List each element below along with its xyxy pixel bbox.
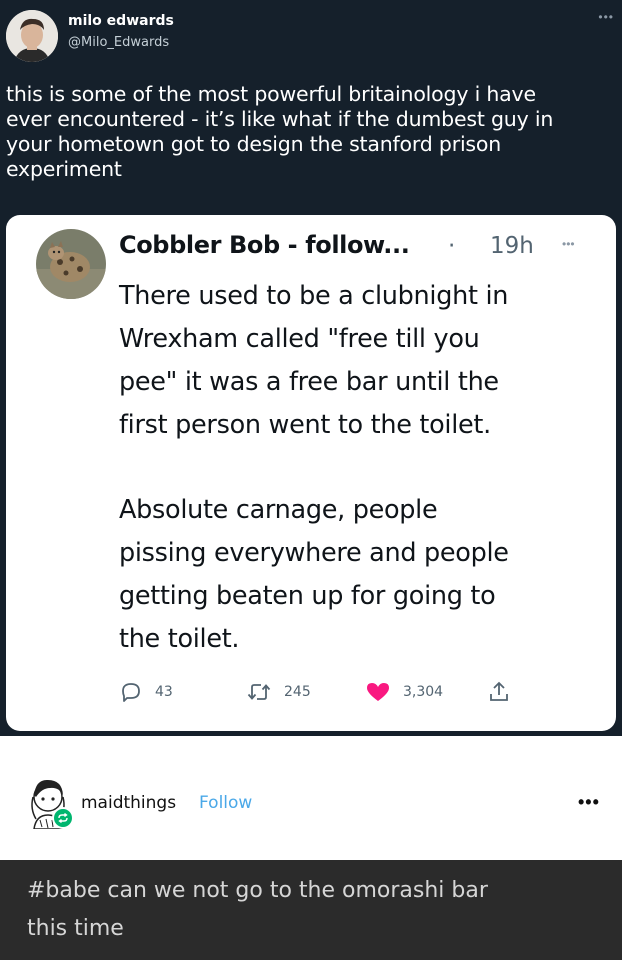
quoted-tweet-text: There used to be a clubnight in Wrexham … (119, 275, 609, 661)
like-count: 3,304 (403, 684, 444, 700)
tweet-text-line: ever encountered - it’s like what if the… (6, 107, 554, 131)
quoted-text-line: getting beaten up for going to (119, 581, 496, 611)
share-icon (490, 681, 508, 701)
author-name[interactable]: milo edwards (68, 13, 174, 29)
tweet-actions: 43 245 3,304 (119, 677, 599, 707)
tweet-text-line: your hometown got to design the stanford… (6, 132, 502, 156)
reblog-text-line: this time (27, 916, 124, 941)
quoted-ellipsis-icon[interactable]: ••• (562, 237, 575, 251)
reblog-text: #babe can we not go to the omorashi bar … (27, 872, 597, 948)
author-avatar[interactable] (6, 10, 58, 62)
tweet-card: milo edwards @Milo_Edwards ••• this is s… (0, 0, 622, 736)
retweet-count: 245 (284, 684, 311, 700)
quoted-text-line: pee" it was a free bar until the (119, 367, 499, 397)
retweet-icon (247, 684, 271, 700)
username-link[interactable]: maidthings (81, 793, 176, 813)
author-avatar-image (6, 10, 58, 62)
reblog-text-line: #babe can we not go to the omorashi bar (27, 878, 488, 903)
reblog-comment: #babe can we not go to the omorashi bar … (0, 860, 622, 960)
follow-button[interactable]: Follow (199, 793, 252, 813)
quoted-avatar-image (36, 229, 106, 299)
ellipsis-icon[interactable]: ••• (598, 10, 614, 24)
reply-button[interactable]: 43 (119, 677, 173, 707)
quoted-text-line: first person went to the toilet. (119, 410, 491, 440)
quoted-text-line: There used to be a clubnight in (119, 281, 509, 311)
tweet-text-line: this is some of the most powerful britai… (6, 82, 536, 106)
tweet-text: this is some of the most powerful britai… (6, 82, 612, 182)
quoted-timestamp[interactable]: 19h (490, 233, 534, 259)
tweet-text-line: experiment (6, 157, 122, 181)
reply-count: 43 (155, 684, 173, 700)
quoted-text-line: pissing everywhere and people (119, 538, 509, 568)
reblog-icon (52, 807, 74, 829)
quoted-author-avatar[interactable] (36, 229, 106, 299)
like-button[interactable]: 3,304 (365, 677, 443, 707)
quoted-author-name[interactable]: Cobbler Bob - follow... (119, 231, 410, 259)
reblog-arrows (58, 812, 68, 824)
retweet-button[interactable]: 245 (246, 677, 311, 707)
reblog-header: maidthings Follow ••• (0, 760, 622, 850)
quoted-text-line: Wrexham called "free till you (119, 324, 480, 354)
quoted-text-line: the toilet. (119, 624, 240, 654)
separator-dot: · (448, 233, 456, 259)
more-options-icon[interactable]: ••• (578, 792, 600, 813)
reply-icon (122, 683, 140, 702)
author-handle[interactable]: @Milo_Edwards (68, 35, 169, 50)
quoted-tweet-card[interactable]: Cobbler Bob - follow... · 19h ••• There … (6, 215, 616, 731)
share-button[interactable] (487, 677, 511, 707)
heart-icon (367, 683, 389, 701)
quoted-text-line: Absolute carnage, people (119, 495, 438, 525)
